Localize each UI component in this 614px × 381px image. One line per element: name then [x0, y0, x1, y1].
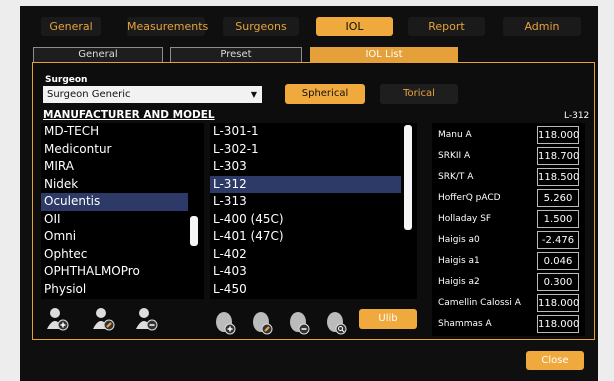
param-row: Manu A 118.000: [432, 126, 585, 146]
param-row: SRK/T A 118.500: [432, 168, 585, 188]
param-row: Haigis a2 0.300: [432, 273, 585, 293]
list-item[interactable]: L-400 (45C): [210, 211, 417, 229]
list-item[interactable]: Nidek: [41, 176, 204, 194]
param-row: Holladay SF 1.500: [432, 210, 585, 230]
list-item[interactable]: OII: [41, 211, 204, 229]
param-value-field[interactable]: 5.260: [537, 189, 579, 207]
surgeon-label: Surgeon: [45, 75, 88, 85]
delete-manufacturer-icon[interactable]: [135, 307, 159, 331]
parameters-panel: Manu A 118.000 SRKII A 118.700 SRK/T A 118.…: [432, 123, 585, 336]
list-item[interactable]: Ophtec: [41, 246, 204, 264]
selected-model-label: L-312: [564, 111, 590, 121]
list-item[interactable]: L-313: [210, 193, 417, 211]
param-label: Haigis a2: [438, 277, 480, 287]
model-list: L-301-1 L-302-1 L-303 L-312 L-313 L-400 …: [210, 123, 417, 299]
list-item[interactable]: Oculentis: [41, 193, 188, 211]
param-label: Haigis a1: [438, 256, 480, 266]
list-item[interactable]: L-303: [210, 158, 417, 176]
list-item[interactable]: OPHTHALMOPro: [41, 263, 204, 281]
list-item[interactable]: L-302-1: [210, 141, 417, 159]
param-value-field[interactable]: 0.046: [537, 252, 579, 270]
list-item[interactable]: L-403: [210, 263, 417, 281]
param-row: Haigis a1 0.046: [432, 252, 585, 272]
list-item[interactable]: MIRA: [41, 158, 204, 176]
param-value-field[interactable]: 118.500: [537, 168, 579, 186]
manufacturer-header: MANUFACTURER AND MODEL: [43, 109, 215, 121]
param-value-field[interactable]: 118.000: [537, 315, 579, 333]
list-item[interactable]: Omni: [41, 228, 204, 246]
param-row: SRKII A 118.700: [432, 147, 585, 167]
param-value-field[interactable]: 1.500: [537, 210, 579, 228]
list-item[interactable]: Medicontur: [41, 141, 204, 159]
edit-manufacturer-icon[interactable]: [92, 307, 116, 331]
spherical-button[interactable]: Spherical: [285, 84, 365, 104]
tab-measurements[interactable]: Measurements: [127, 17, 208, 36]
list-item[interactable]: L-401 (47C): [210, 228, 417, 246]
chevron-down-icon: ▼: [250, 90, 257, 99]
param-label: Manu A: [438, 130, 472, 140]
tab-surgeons[interactable]: Surgeons: [223, 17, 299, 36]
param-label: Holladay SF: [438, 214, 492, 224]
model-scrollbar[interactable]: [404, 125, 412, 230]
param-value-field[interactable]: 118.000: [537, 294, 579, 312]
surgeon-select-value: Surgeon Generic: [47, 89, 131, 100]
tab-iol[interactable]: IOL: [316, 17, 393, 36]
tab-admin[interactable]: Admin: [503, 17, 581, 36]
list-item[interactable]: MD-TECH: [41, 123, 204, 141]
subtab-preset[interactable]: Preset: [170, 47, 302, 62]
edit-lens-icon[interactable]: [251, 311, 275, 335]
param-value-field[interactable]: 118.700: [537, 147, 579, 165]
param-value-field[interactable]: 0.300: [537, 273, 579, 291]
subtab-iol-list[interactable]: IOL List: [310, 47, 458, 62]
param-value-field[interactable]: 118.000: [537, 126, 579, 144]
tab-general[interactable]: General: [41, 17, 101, 36]
list-item[interactable]: L-450: [210, 281, 417, 299]
search-lens-icon[interactable]: [325, 311, 349, 335]
list-item[interactable]: L-312: [210, 175, 401, 193]
torical-button[interactable]: Torical: [380, 84, 458, 104]
list-item[interactable]: L-301-1: [210, 123, 417, 141]
close-button[interactable]: Close: [526, 351, 584, 370]
ulib-button[interactable]: Ulib: [359, 309, 417, 329]
add-lens-icon[interactable]: [214, 311, 238, 335]
surgeon-select[interactable]: Surgeon Generic ▼: [43, 86, 262, 103]
subtab-general[interactable]: General: [33, 47, 163, 62]
manufacturer-scrollbar[interactable]: [190, 216, 198, 246]
param-label: Shammas A: [438, 319, 492, 329]
param-label: Camellin Calossi A: [438, 298, 521, 308]
list-item[interactable]: Physiol: [41, 281, 204, 299]
manufacturer-list: MD-TECH Medicontur MIRA Nidek Oculentis …: [41, 123, 204, 299]
add-manufacturer-icon[interactable]: [46, 307, 70, 331]
list-item[interactable]: L-402: [210, 246, 417, 264]
param-row: Shammas A 118.000: [432, 315, 585, 335]
param-label: Haigis a0: [438, 235, 480, 245]
param-row: HofferQ pACD 5.260: [432, 189, 585, 209]
param-label: SRKII A: [438, 151, 471, 161]
delete-lens-icon[interactable]: [288, 311, 312, 335]
param-label: SRK/T A: [438, 172, 474, 182]
param-value-field[interactable]: -2.476: [537, 231, 579, 249]
tab-report[interactable]: Report: [408, 17, 485, 36]
param-row: Camellin Calossi A 118.000: [432, 294, 585, 314]
param-row: Haigis a0 -2.476: [432, 231, 585, 251]
param-label: HofferQ pACD: [438, 193, 501, 203]
